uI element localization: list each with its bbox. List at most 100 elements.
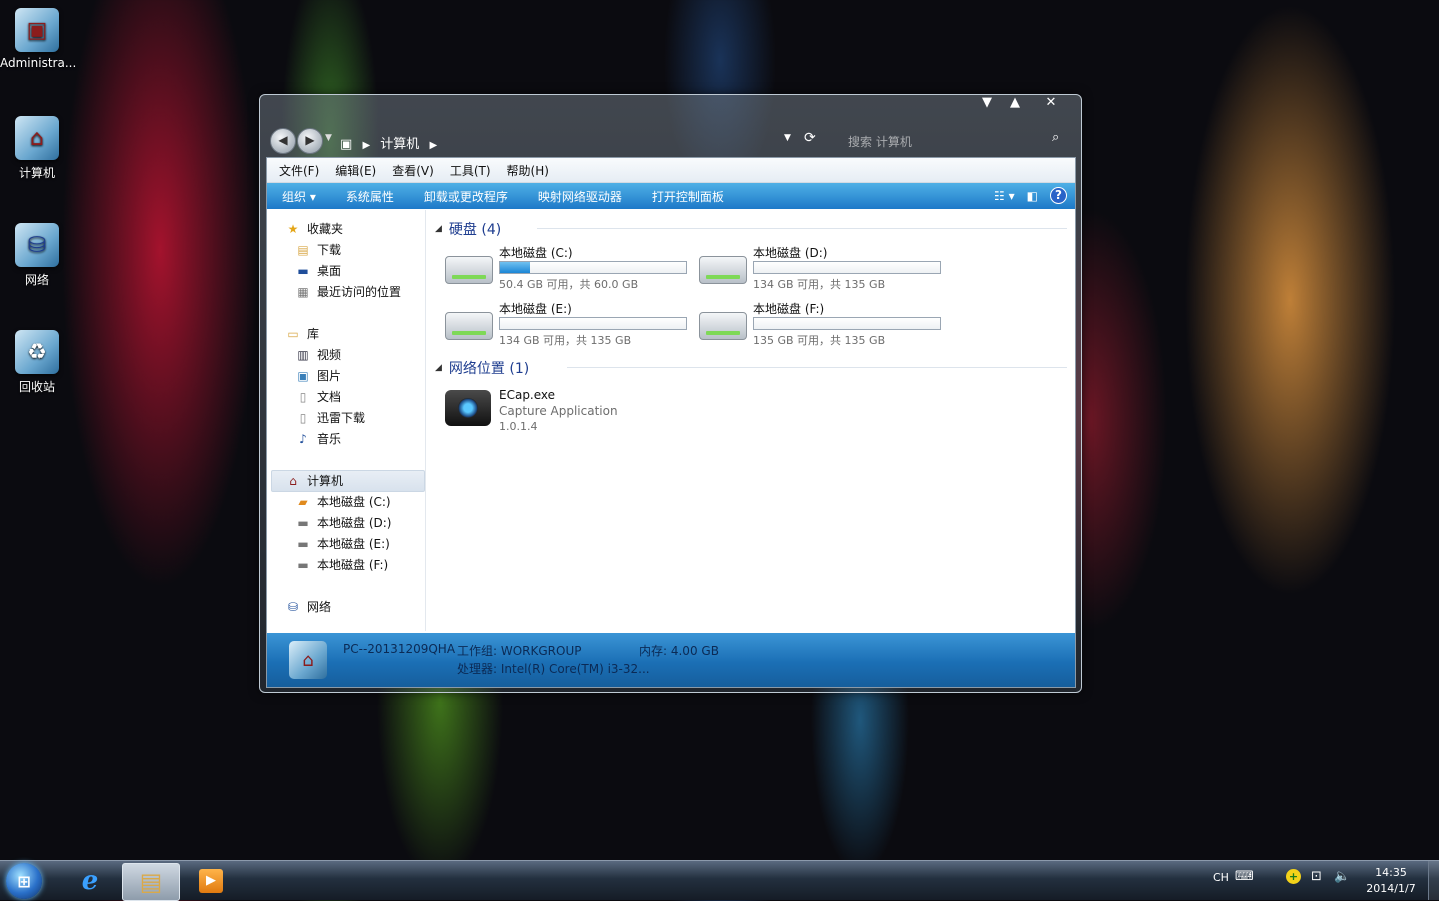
taskbar: ⊞ e ▤ ▶ CH ⌨ + ⊡ 🔈 14:35 2014/1/7 xyxy=(0,860,1439,901)
menu-tools[interactable]: 工具(T) xyxy=(442,162,499,179)
explorer-window: ▼ ▲ ✕ ◀ ▶ ▼ ▣ ▶ 计算机 ▶ ▼ ⟳ 搜索 计算机 ⌕ 文件(F)… xyxy=(259,94,1082,693)
drive-usage-fill xyxy=(500,262,530,273)
security-tray-icon[interactable]: + xyxy=(1286,869,1301,884)
search-icon[interactable]: ⌕ xyxy=(1052,130,1059,145)
computer-icon: ⌂ xyxy=(15,116,59,160)
content-pane: ◢ 硬盘 (4) 本地磁盘 (C:) 50.4 GB 可用，共 60.0 GB … xyxy=(427,210,1075,631)
memory: 内存: 4.00 GB xyxy=(639,644,719,658)
network-tray-icon[interactable]: ⊡ xyxy=(1311,869,1322,884)
group-header-network-locations[interactable]: ◢ 网络位置 (1) xyxy=(435,358,529,378)
star-icon: ★ xyxy=(287,221,299,236)
map-network-drive-button[interactable]: 映射网络驱动器 xyxy=(523,188,637,205)
computer-icon: ⌂ xyxy=(289,473,297,488)
desktop-icon-recycle-bin[interactable]: ♻ 回收站 xyxy=(0,324,74,395)
picture-icon: ▣ xyxy=(297,368,309,383)
computer-icon: ⌂ xyxy=(289,641,327,679)
breadcrumb-arrow-icon: ▶ xyxy=(362,140,371,151)
nav-xunlei-downloads[interactable]: ▯ 迅雷下载 xyxy=(295,409,365,426)
open-control-panel-button[interactable]: 打开控制面板 xyxy=(637,188,739,205)
nav-recent-places[interactable]: ▦ 最近访问的位置 xyxy=(295,283,401,300)
drive-icon xyxy=(445,312,493,340)
group-header-hard-disks[interactable]: ◢ 硬盘 (4) xyxy=(435,219,501,239)
drive-icon: ▬ xyxy=(297,536,309,551)
organize-button[interactable]: 组织 ▾ xyxy=(267,188,331,205)
camera-icon xyxy=(445,390,491,426)
clock-date: 2014/1/7 xyxy=(1366,882,1416,895)
drive-tile-f[interactable]: 本地磁盘 (F:) 135 GB 可用，共 135 GB xyxy=(699,300,949,350)
start-button[interactable]: ⊞ xyxy=(6,863,42,899)
menu-edit[interactable]: 编辑(E) xyxy=(327,162,384,179)
nav-drive-c[interactable]: ▰ 本地磁盘 (C:) xyxy=(295,493,390,510)
close-button[interactable]: ✕ xyxy=(1038,95,1064,110)
nav-music[interactable]: ♪ 音乐 xyxy=(295,430,341,447)
menu-file[interactable]: 文件(F) xyxy=(271,162,327,179)
desktop-icon-label: 回收站 xyxy=(18,380,55,394)
details-pane: ⌂ PC--20131209QHA 工作组: WORKGROUP 内存: 4.0… xyxy=(267,633,1075,687)
processor: 处理器: Intel(R) Core(TM) i3-32... xyxy=(457,662,650,676)
menu-view[interactable]: 查看(V) xyxy=(384,162,442,179)
drive-icon: ▬ xyxy=(297,557,309,572)
drive-tile-c[interactable]: 本地磁盘 (C:) 50.4 GB 可用，共 60.0 GB xyxy=(445,244,695,294)
command-bar: 组织 ▾ 系统属性 卸载或更改程序 映射网络驱动器 打开控制面板 ☷ ▾ ◧ ? xyxy=(267,183,1075,209)
breadcrumb[interactable]: ▣ ▶ 计算机 ▶ xyxy=(340,133,443,152)
recent-pages-chevron-icon[interactable]: ▼ xyxy=(325,133,332,143)
library-icon: ▭ xyxy=(287,326,299,341)
network-item-ecap[interactable]: ECap.exe Capture Application 1.0.1.4 xyxy=(445,388,705,438)
address-bar: ◀ ▶ ▼ ▣ ▶ 计算机 ▶ ▼ ⟳ 搜索 计算机 ⌕ xyxy=(268,125,1073,154)
language-indicator[interactable]: CH xyxy=(1213,871,1229,884)
refresh-icon[interactable]: ⟳ xyxy=(804,130,816,146)
desktop-icon-network[interactable]: ⛁ 网络 xyxy=(0,217,74,288)
show-desktop-button[interactable] xyxy=(1428,861,1439,900)
nav-drive-f[interactable]: ▬ 本地磁盘 (F:) xyxy=(295,556,388,573)
forward-button[interactable]: ▶ xyxy=(297,128,323,154)
dropdown-button[interactable]: ▼ xyxy=(974,95,1000,110)
explorer-body: 文件(F) 编辑(E) 查看(V) 工具(T) 帮助(H) 组织 ▾ 系统属性 … xyxy=(266,157,1076,688)
taskbar-internet-explorer[interactable]: e xyxy=(62,863,118,899)
folder-icon: ▯ xyxy=(299,410,307,425)
nav-drive-e[interactable]: ▬ 本地磁盘 (E:) xyxy=(295,535,389,552)
video-icon: ▥ xyxy=(297,347,309,362)
nav-videos[interactable]: ▥ 视频 xyxy=(295,346,341,363)
collapse-triangle-icon: ◢ xyxy=(435,363,442,373)
computer-small-icon: ▣ xyxy=(340,137,353,152)
recycle-bin-icon: ♻ xyxy=(15,330,59,374)
clock[interactable]: 14:35 2014/1/7 xyxy=(1362,865,1420,897)
address-dropdown-icon[interactable]: ▼ xyxy=(784,133,791,143)
drive-icon: ▬ xyxy=(297,515,309,530)
nav-computer[interactable]: ⌂ 计算机 xyxy=(285,472,343,489)
nav-pictures[interactable]: ▣ 图片 xyxy=(295,367,341,384)
taskbar-media-player[interactable]: ▶ xyxy=(183,863,239,899)
desktop-icon-computer[interactable]: ⌂ 计算机 xyxy=(0,110,74,181)
desktop-icon-administrator[interactable]: ▣ Administra... xyxy=(0,2,76,70)
menu-help[interactable]: 帮助(H) xyxy=(499,162,557,179)
explorer-folder-icon: ▤ xyxy=(139,868,163,896)
system-properties-button[interactable]: 系统属性 xyxy=(331,188,409,205)
system-drive-icon xyxy=(445,256,493,284)
workgroup: 工作组: WORKGROUP xyxy=(457,644,582,658)
uninstall-program-button[interactable]: 卸载或更改程序 xyxy=(409,188,523,205)
drive-tile-e[interactable]: 本地磁盘 (E:) 134 GB 可用，共 135 GB xyxy=(445,300,695,350)
nav-downloads[interactable]: ▤ 下载 xyxy=(295,241,341,258)
taskbar-explorer[interactable]: ▤ xyxy=(122,863,180,901)
nav-desktop[interactable]: ▬ 桌面 xyxy=(295,262,341,279)
group-divider xyxy=(567,367,1067,368)
volume-icon[interactable]: 🔈 xyxy=(1334,869,1350,884)
breadcrumb-arrow-icon: ▶ xyxy=(429,140,438,151)
maximize-button[interactable]: ▲ xyxy=(1002,95,1028,110)
nav-network[interactable]: ⛁ 网络 xyxy=(285,598,331,615)
keyboard-icon[interactable]: ⌨ xyxy=(1235,869,1254,884)
nav-libraries[interactable]: ▭ 库 xyxy=(285,325,319,342)
drive-usage-bar xyxy=(753,317,941,330)
user-folder-icon: ▣ xyxy=(15,8,59,52)
nav-documents[interactable]: ▯ 文档 xyxy=(295,388,341,405)
nav-favorites[interactable]: ★ 收藏夹 xyxy=(285,220,343,237)
breadcrumb-item-computer[interactable]: 计算机 xyxy=(380,137,419,152)
nav-drive-d[interactable]: ▬ 本地磁盘 (D:) xyxy=(295,514,391,531)
search-input[interactable]: 搜索 计算机 xyxy=(848,133,912,150)
group-divider xyxy=(537,228,1067,229)
preview-pane-icon[interactable]: ◧ xyxy=(1027,189,1038,203)
view-options-icon[interactable]: ☷ ▾ xyxy=(994,189,1015,203)
drive-tile-d[interactable]: 本地磁盘 (D:) 134 GB 可用，共 135 GB xyxy=(699,244,949,294)
back-button[interactable]: ◀ xyxy=(270,128,296,154)
help-icon[interactable]: ? xyxy=(1050,187,1067,204)
